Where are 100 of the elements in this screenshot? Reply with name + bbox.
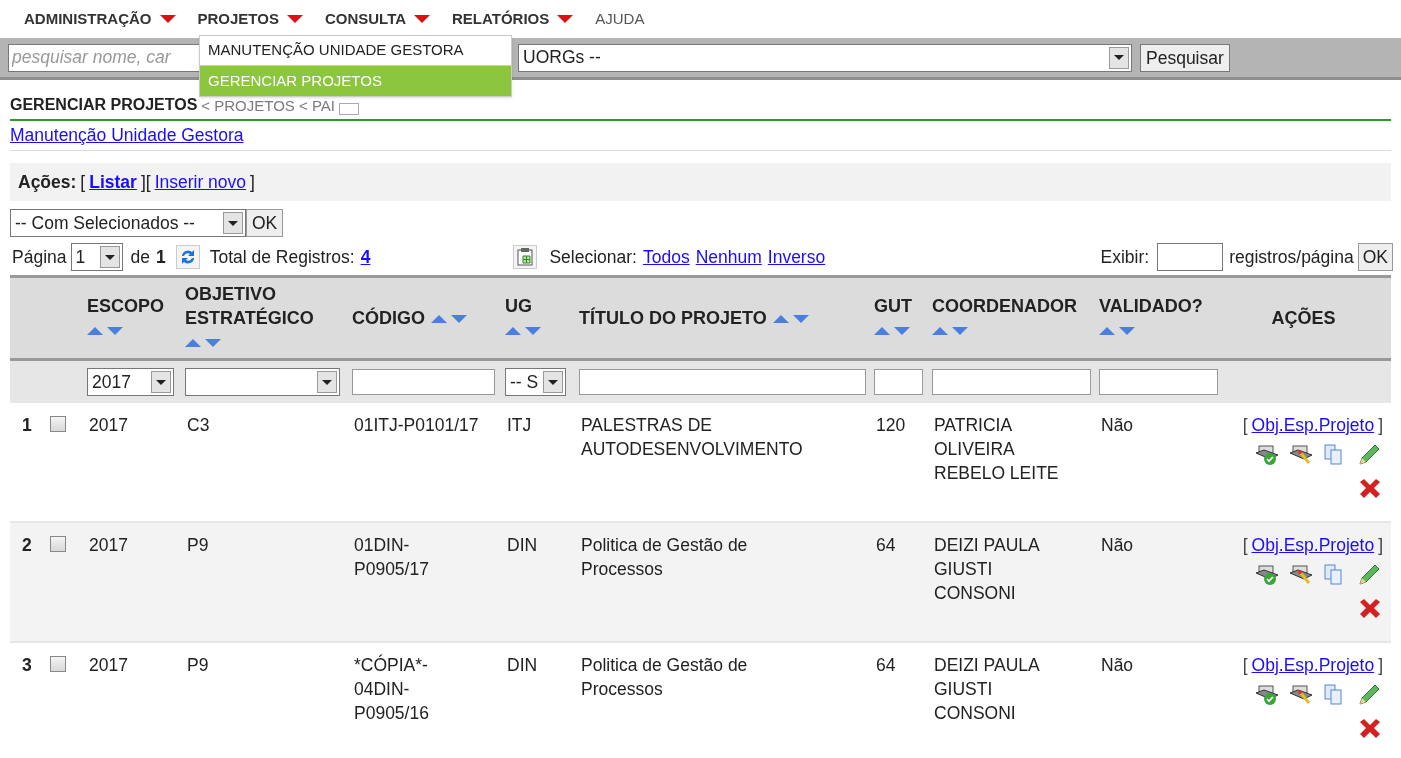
sort-descending-icon bbox=[792, 313, 809, 326]
filter-field[interactable] bbox=[932, 369, 1091, 395]
table-cell: Não bbox=[1101, 535, 1134, 555]
dropdown-arrow-icon bbox=[548, 379, 558, 385]
ok-button[interactable]: OK bbox=[1357, 243, 1393, 271]
table-cell: 2017 bbox=[89, 535, 128, 555]
nav-menu-item[interactable]: CONSULTA bbox=[324, 7, 431, 31]
sort-ascending-icon bbox=[932, 325, 948, 338]
printer-check-icon[interactable] bbox=[1255, 443, 1279, 467]
column-header[interactable]: GUT bbox=[874, 294, 912, 318]
search-button[interactable]: Pesquisar bbox=[1140, 43, 1230, 72]
bracket-text: [ bbox=[1242, 654, 1248, 677]
column-header[interactable]: CÓDIGO bbox=[352, 306, 425, 330]
bracket-text: [ bbox=[80, 170, 86, 194]
objectives-link[interactable]: Obj.Esp.Projeto bbox=[1251, 653, 1375, 677]
table-cell: Politica de Gestão de Processos bbox=[581, 655, 748, 699]
sort-descending-icon bbox=[107, 325, 123, 338]
dropdown-arrow-icon bbox=[156, 379, 166, 385]
row-checkbox[interactable] bbox=[49, 536, 66, 552]
objectives-link[interactable]: Obj.Esp.Projeto bbox=[1251, 533, 1375, 557]
sort-ascending-icon bbox=[431, 313, 447, 326]
sublink[interactable]: Manutenção Unidade Gestora bbox=[10, 122, 244, 149]
column-header[interactable]: OBJETIVO ESTRATÉGICO bbox=[185, 282, 329, 330]
total-label: Total de Registros: bbox=[209, 245, 355, 269]
refresh-icon bbox=[175, 245, 200, 269]
select-link[interactable]: Inverso bbox=[767, 243, 826, 271]
sort-descending-icon bbox=[1119, 325, 1135, 338]
of-label: de bbox=[130, 245, 150, 269]
nav-menu-item[interactable]: PROJETOS bbox=[197, 7, 303, 31]
pencil-icon[interactable] bbox=[1357, 443, 1381, 467]
select-link[interactable]: Nenhum bbox=[695, 243, 762, 271]
pencil-icon[interactable] bbox=[1357, 563, 1381, 587]
total-link[interactable]: 4 bbox=[360, 243, 371, 271]
printer-pencil-icon[interactable] bbox=[1289, 563, 1313, 587]
filter-field[interactable] bbox=[874, 369, 923, 395]
sort-ascending-icon bbox=[772, 313, 789, 326]
printer-pencil-icon[interactable] bbox=[1289, 443, 1313, 467]
bracket-text: ] bbox=[1378, 654, 1383, 677]
table-cell: 01DIN- P0905/17 bbox=[354, 535, 429, 579]
column-header[interactable]: TÍTULO DO PROJETO bbox=[579, 306, 767, 330]
nav-menu-item[interactable]: ADMINISTRAÇÃO bbox=[24, 7, 176, 31]
table-cell: 64 bbox=[876, 655, 896, 675]
filter-field[interactable] bbox=[1099, 369, 1218, 395]
table-cell: Não bbox=[1101, 655, 1134, 675]
bulk-action-select[interactable]: -- Com Selecionados -- bbox=[10, 209, 246, 237]
table-cell: 120 bbox=[876, 415, 906, 435]
actions-label: Ações: bbox=[18, 170, 77, 194]
dropdown-arrow-icon bbox=[322, 379, 332, 385]
dropdown-arrow-icon bbox=[228, 220, 238, 226]
bracket-text: ][ bbox=[140, 170, 151, 194]
nav-menu-item[interactable]: AJUDA bbox=[595, 7, 645, 31]
action-link[interactable]: Listar bbox=[89, 168, 137, 196]
printer-check-icon[interactable] bbox=[1255, 683, 1279, 707]
page-select[interactable]: 1 bbox=[70, 243, 123, 271]
per-page-field[interactable] bbox=[1157, 243, 1224, 271]
nav-menu-item[interactable]: RELATÓRIOS bbox=[452, 7, 574, 31]
action-link[interactable]: Inserir novo bbox=[154, 168, 247, 196]
filter-select[interactable] bbox=[185, 368, 340, 396]
printer-pencil-icon[interactable] bbox=[1289, 683, 1313, 707]
column-header[interactable]: ESCOPO bbox=[87, 294, 165, 318]
page-label: Página bbox=[12, 245, 67, 269]
row-checkbox[interactable] bbox=[49, 656, 66, 672]
page-title: GERENCIAR PROJETOS bbox=[10, 95, 198, 115]
dropdown-menu-item[interactable]: MANUTENÇÃO UNIDADE GESTORA bbox=[200, 36, 511, 66]
filter-field[interactable] bbox=[352, 369, 495, 395]
sort-ascending-icon bbox=[1099, 325, 1115, 338]
sort-descending-icon bbox=[525, 325, 541, 338]
search-field[interactable]: pesquisar nome, car bbox=[8, 43, 200, 72]
select-link[interactable]: Todos bbox=[642, 243, 690, 271]
select-label: Selecionar: bbox=[549, 245, 637, 269]
table-cell: ITJ bbox=[507, 415, 532, 435]
sort-descending-icon bbox=[894, 325, 910, 338]
caret-icon bbox=[159, 15, 176, 23]
row-checkbox[interactable] bbox=[49, 416, 66, 432]
table-cell: DEIZI PAULA GIUSTI CONSONI bbox=[934, 655, 1039, 723]
sort-descending-icon bbox=[451, 313, 467, 326]
column-header[interactable]: VALIDADO? bbox=[1099, 294, 1203, 318]
table-cell: DEIZI PAULA GIUSTI CONSONI bbox=[934, 535, 1039, 603]
show-label: Exibir: bbox=[1100, 245, 1150, 269]
column-header[interactable]: AÇÕES bbox=[1271, 306, 1336, 330]
pencil-icon[interactable] bbox=[1357, 683, 1381, 707]
filter-select[interactable]: -- S bbox=[505, 368, 566, 396]
bracket-text: [ bbox=[1242, 534, 1248, 557]
objectives-link[interactable]: Obj.Esp.Projeto bbox=[1251, 413, 1375, 437]
column-header[interactable]: COORDENADOR bbox=[932, 294, 1077, 318]
select-grid-icon bbox=[513, 245, 538, 269]
filter-select[interactable]: 2017 bbox=[87, 368, 174, 396]
row-number: 3 bbox=[22, 654, 32, 677]
bracket-text: ] bbox=[1378, 534, 1383, 557]
ok-button[interactable]: OK bbox=[246, 209, 284, 237]
row-number: 2 bbox=[22, 534, 32, 557]
printer-check-icon[interactable] bbox=[1255, 563, 1279, 587]
page-count: 1 bbox=[155, 245, 166, 269]
column-header[interactable]: UG bbox=[505, 294, 532, 318]
filter-field[interactable] bbox=[579, 369, 866, 395]
table-cell: 2017 bbox=[89, 415, 128, 435]
table-cell: C3 bbox=[187, 415, 210, 435]
unit-select[interactable]: UORGs -- bbox=[518, 43, 1132, 72]
bracket-text: ] bbox=[1378, 414, 1383, 437]
small-box-icon bbox=[338, 103, 359, 115]
